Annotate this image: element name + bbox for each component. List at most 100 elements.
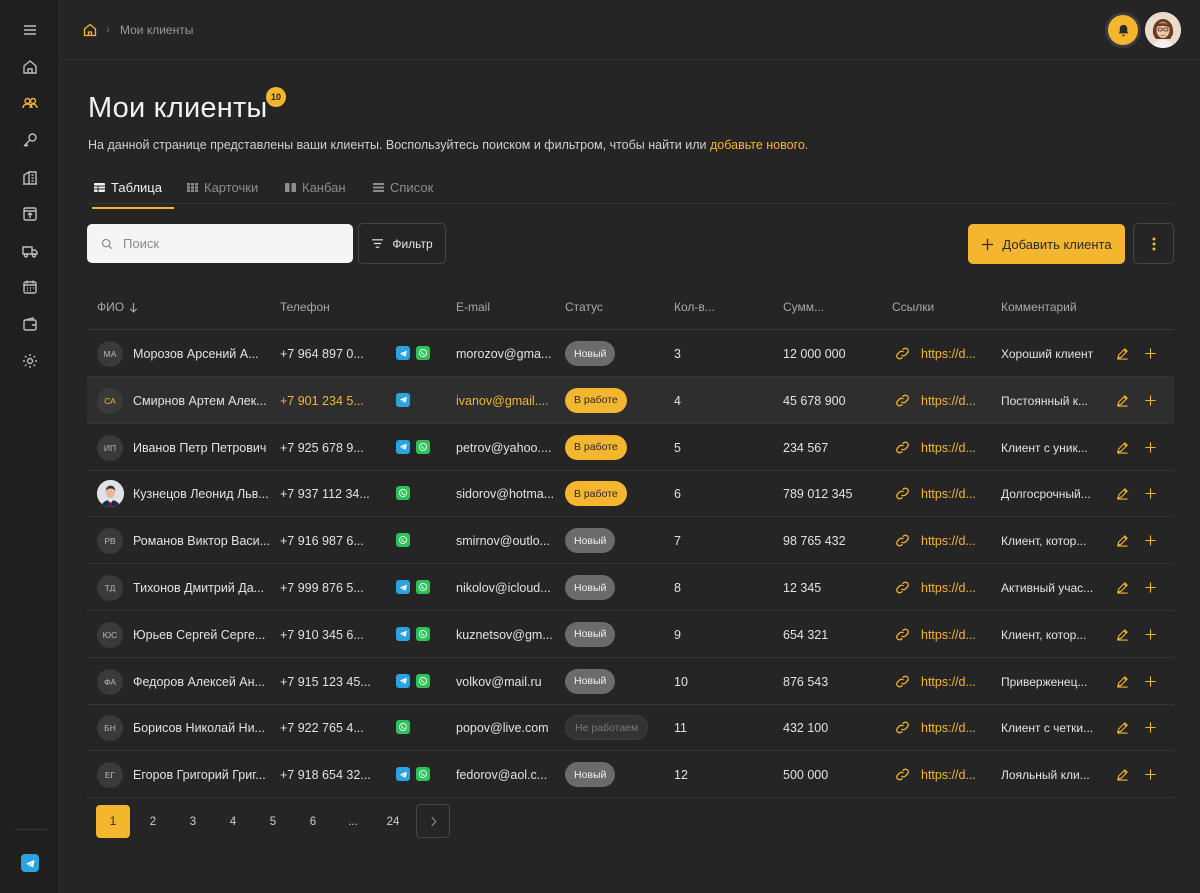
page-button[interactable]: 2 — [136, 805, 170, 838]
add-plus-icon[interactable] — [1144, 441, 1157, 454]
menu-icon[interactable] — [20, 20, 40, 40]
page-button[interactable]: 4 — [216, 805, 250, 838]
add-plus-icon[interactable] — [1144, 675, 1157, 688]
client-email[interactable]: popov@live.com — [456, 721, 549, 735]
client-phone[interactable]: +7 918 654 32... — [280, 768, 371, 782]
telegram-icon[interactable] — [396, 439, 410, 454]
wallet-icon[interactable] — [20, 314, 40, 334]
whatsapp-icon[interactable] — [416, 673, 430, 688]
table-row[interactable]: ИП Иванов Петр Петрович +7 925 678 9... … — [87, 424, 1174, 471]
telegram-icon[interactable] — [396, 580, 410, 594]
edit-pencil-icon[interactable] — [1116, 394, 1129, 407]
whatsapp-icon[interactable] — [416, 626, 430, 641]
client-email[interactable]: ivanov@gmail.... — [456, 394, 549, 408]
client-link[interactable]: https://d... — [921, 487, 976, 501]
edit-pencil-icon[interactable] — [1116, 347, 1129, 360]
client-link[interactable]: https://d... — [921, 394, 976, 408]
edit-pencil-icon[interactable] — [1116, 768, 1129, 781]
client-name[interactable]: Юрьев Сергей Серге... — [133, 628, 265, 642]
client-link[interactable]: https://d... — [921, 721, 976, 735]
client-phone[interactable]: +7 964 897 0... — [280, 347, 364, 361]
add-plus-icon[interactable] — [1144, 628, 1157, 641]
client-phone[interactable]: +7 937 112 34... — [280, 487, 370, 501]
key-icon[interactable] — [20, 130, 40, 150]
client-phone[interactable]: +7 922 765 4... — [280, 721, 364, 735]
client-phone[interactable]: +7 925 678 9... — [280, 441, 364, 455]
whatsapp-icon[interactable] — [416, 580, 430, 594]
table-row[interactable]: ЕГ Егоров Григорий Григ... +7 918 654 32… — [87, 751, 1174, 799]
client-name[interactable]: Морозов Арсений А... — [133, 347, 259, 361]
whatsapp-icon[interactable] — [416, 439, 430, 454]
column-header-phone[interactable]: Телефон — [280, 300, 330, 314]
whatsapp-icon[interactable] — [396, 533, 410, 548]
client-link[interactable]: https://d... — [921, 347, 976, 361]
client-phone[interactable]: +7 901 234 5... — [280, 394, 364, 408]
column-header-count[interactable]: Кол-в... — [674, 300, 715, 314]
client-phone[interactable]: +7 916 987 6... — [280, 534, 364, 548]
page-button-current[interactable]: 1 — [96, 805, 130, 838]
page-button[interactable]: 5 — [256, 805, 290, 838]
add-new-link[interactable]: добавьте нового. — [710, 138, 808, 152]
whatsapp-icon[interactable] — [416, 346, 430, 360]
client-email[interactable]: petrov@yahoo.... — [456, 441, 551, 455]
client-name[interactable]: Егоров Григорий Григ... — [133, 768, 266, 782]
client-name[interactable]: Иванов Петр Петрович — [133, 441, 266, 455]
user-avatar[interactable] — [1145, 12, 1181, 48]
client-link[interactable]: https://d... — [921, 581, 976, 595]
tab-kanban[interactable]: Канбан — [285, 176, 346, 198]
client-phone[interactable]: +7 910 345 6... — [280, 628, 364, 642]
client-link[interactable]: https://d... — [921, 441, 976, 455]
client-email[interactable]: smirnov@outlo... — [456, 534, 550, 548]
column-header-email[interactable]: E-mail — [456, 300, 490, 314]
edit-pencil-icon[interactable] — [1116, 675, 1129, 688]
truck-icon[interactable] — [20, 241, 40, 261]
table-row[interactable]: СА Смирнов Артем Алек... +7 901 234 5...… — [87, 376, 1174, 424]
table-row[interactable]: Кузнецов Леонид Льв... +7 937 112 34... … — [87, 470, 1174, 518]
client-name[interactable]: Кузнецов Леонид Льв... — [133, 487, 269, 501]
client-email[interactable]: nikolov@icloud... — [456, 581, 551, 595]
page-button[interactable]: 24 — [376, 805, 410, 838]
column-header-comment[interactable]: Комментарий — [1001, 300, 1077, 314]
telegram-icon[interactable] — [396, 346, 410, 360]
add-plus-icon[interactable] — [1144, 534, 1157, 547]
edit-pencil-icon[interactable] — [1116, 534, 1129, 547]
add-plus-icon[interactable] — [1144, 394, 1157, 407]
telegram-icon[interactable] — [396, 767, 410, 782]
home-icon[interactable] — [20, 57, 40, 77]
page-button[interactable]: 3 — [176, 805, 210, 838]
client-name[interactable]: Тихонов Дмитрий Да... — [133, 581, 264, 595]
column-header-links[interactable]: Ссылки — [892, 300, 934, 314]
settings-icon[interactable] — [20, 351, 40, 371]
client-link[interactable]: https://d... — [921, 768, 976, 782]
add-plus-icon[interactable] — [1144, 768, 1157, 781]
client-link[interactable]: https://d... — [921, 534, 976, 548]
add-client-button[interactable]: Добавить клиента — [968, 224, 1125, 264]
table-row[interactable]: БН Борисов Николай Ни... +7 922 765 4...… — [87, 704, 1174, 752]
client-email[interactable]: fedorov@aol.c... — [456, 768, 547, 782]
buildings-icon[interactable] — [20, 167, 40, 187]
table-row[interactable]: РВ Романов Виктор Васи... +7 916 987 6..… — [87, 517, 1174, 565]
add-plus-icon[interactable] — [1144, 581, 1157, 594]
table-row[interactable]: МА Морозов Арсений А... +7 964 897 0... … — [87, 330, 1174, 377]
column-header-name[interactable]: ФИО — [97, 300, 138, 314]
client-link[interactable]: https://d... — [921, 675, 976, 689]
edit-pencil-icon[interactable] — [1116, 487, 1129, 501]
client-email[interactable]: sidorov@hotma... — [456, 487, 554, 501]
edit-pencil-icon[interactable] — [1116, 628, 1129, 641]
client-phone[interactable]: +7 999 876 5... — [280, 581, 364, 595]
page-button[interactable]: 6 — [296, 805, 330, 838]
client-email[interactable]: morozov@gma... — [456, 347, 551, 361]
telegram-icon[interactable] — [396, 673, 410, 688]
client-name[interactable]: Смирнов Артем Алек... — [133, 394, 267, 408]
tab-table[interactable]: Таблица — [92, 176, 174, 209]
filter-button[interactable]: Фильтр — [358, 223, 446, 264]
add-plus-icon[interactable] — [1144, 721, 1157, 734]
breadcrumb-home-icon[interactable] — [82, 22, 98, 38]
tab-cards[interactable]: Карточки — [187, 176, 258, 198]
add-plus-icon[interactable] — [1144, 487, 1157, 500]
whatsapp-icon[interactable] — [416, 767, 430, 782]
client-name[interactable]: Романов Виктор Васи... — [133, 534, 270, 548]
telegram-icon[interactable] — [396, 392, 410, 407]
table-row[interactable]: ФА Федоров Алексей Ан... +7 915 123 45..… — [87, 658, 1174, 705]
edit-pencil-icon[interactable] — [1116, 721, 1129, 735]
